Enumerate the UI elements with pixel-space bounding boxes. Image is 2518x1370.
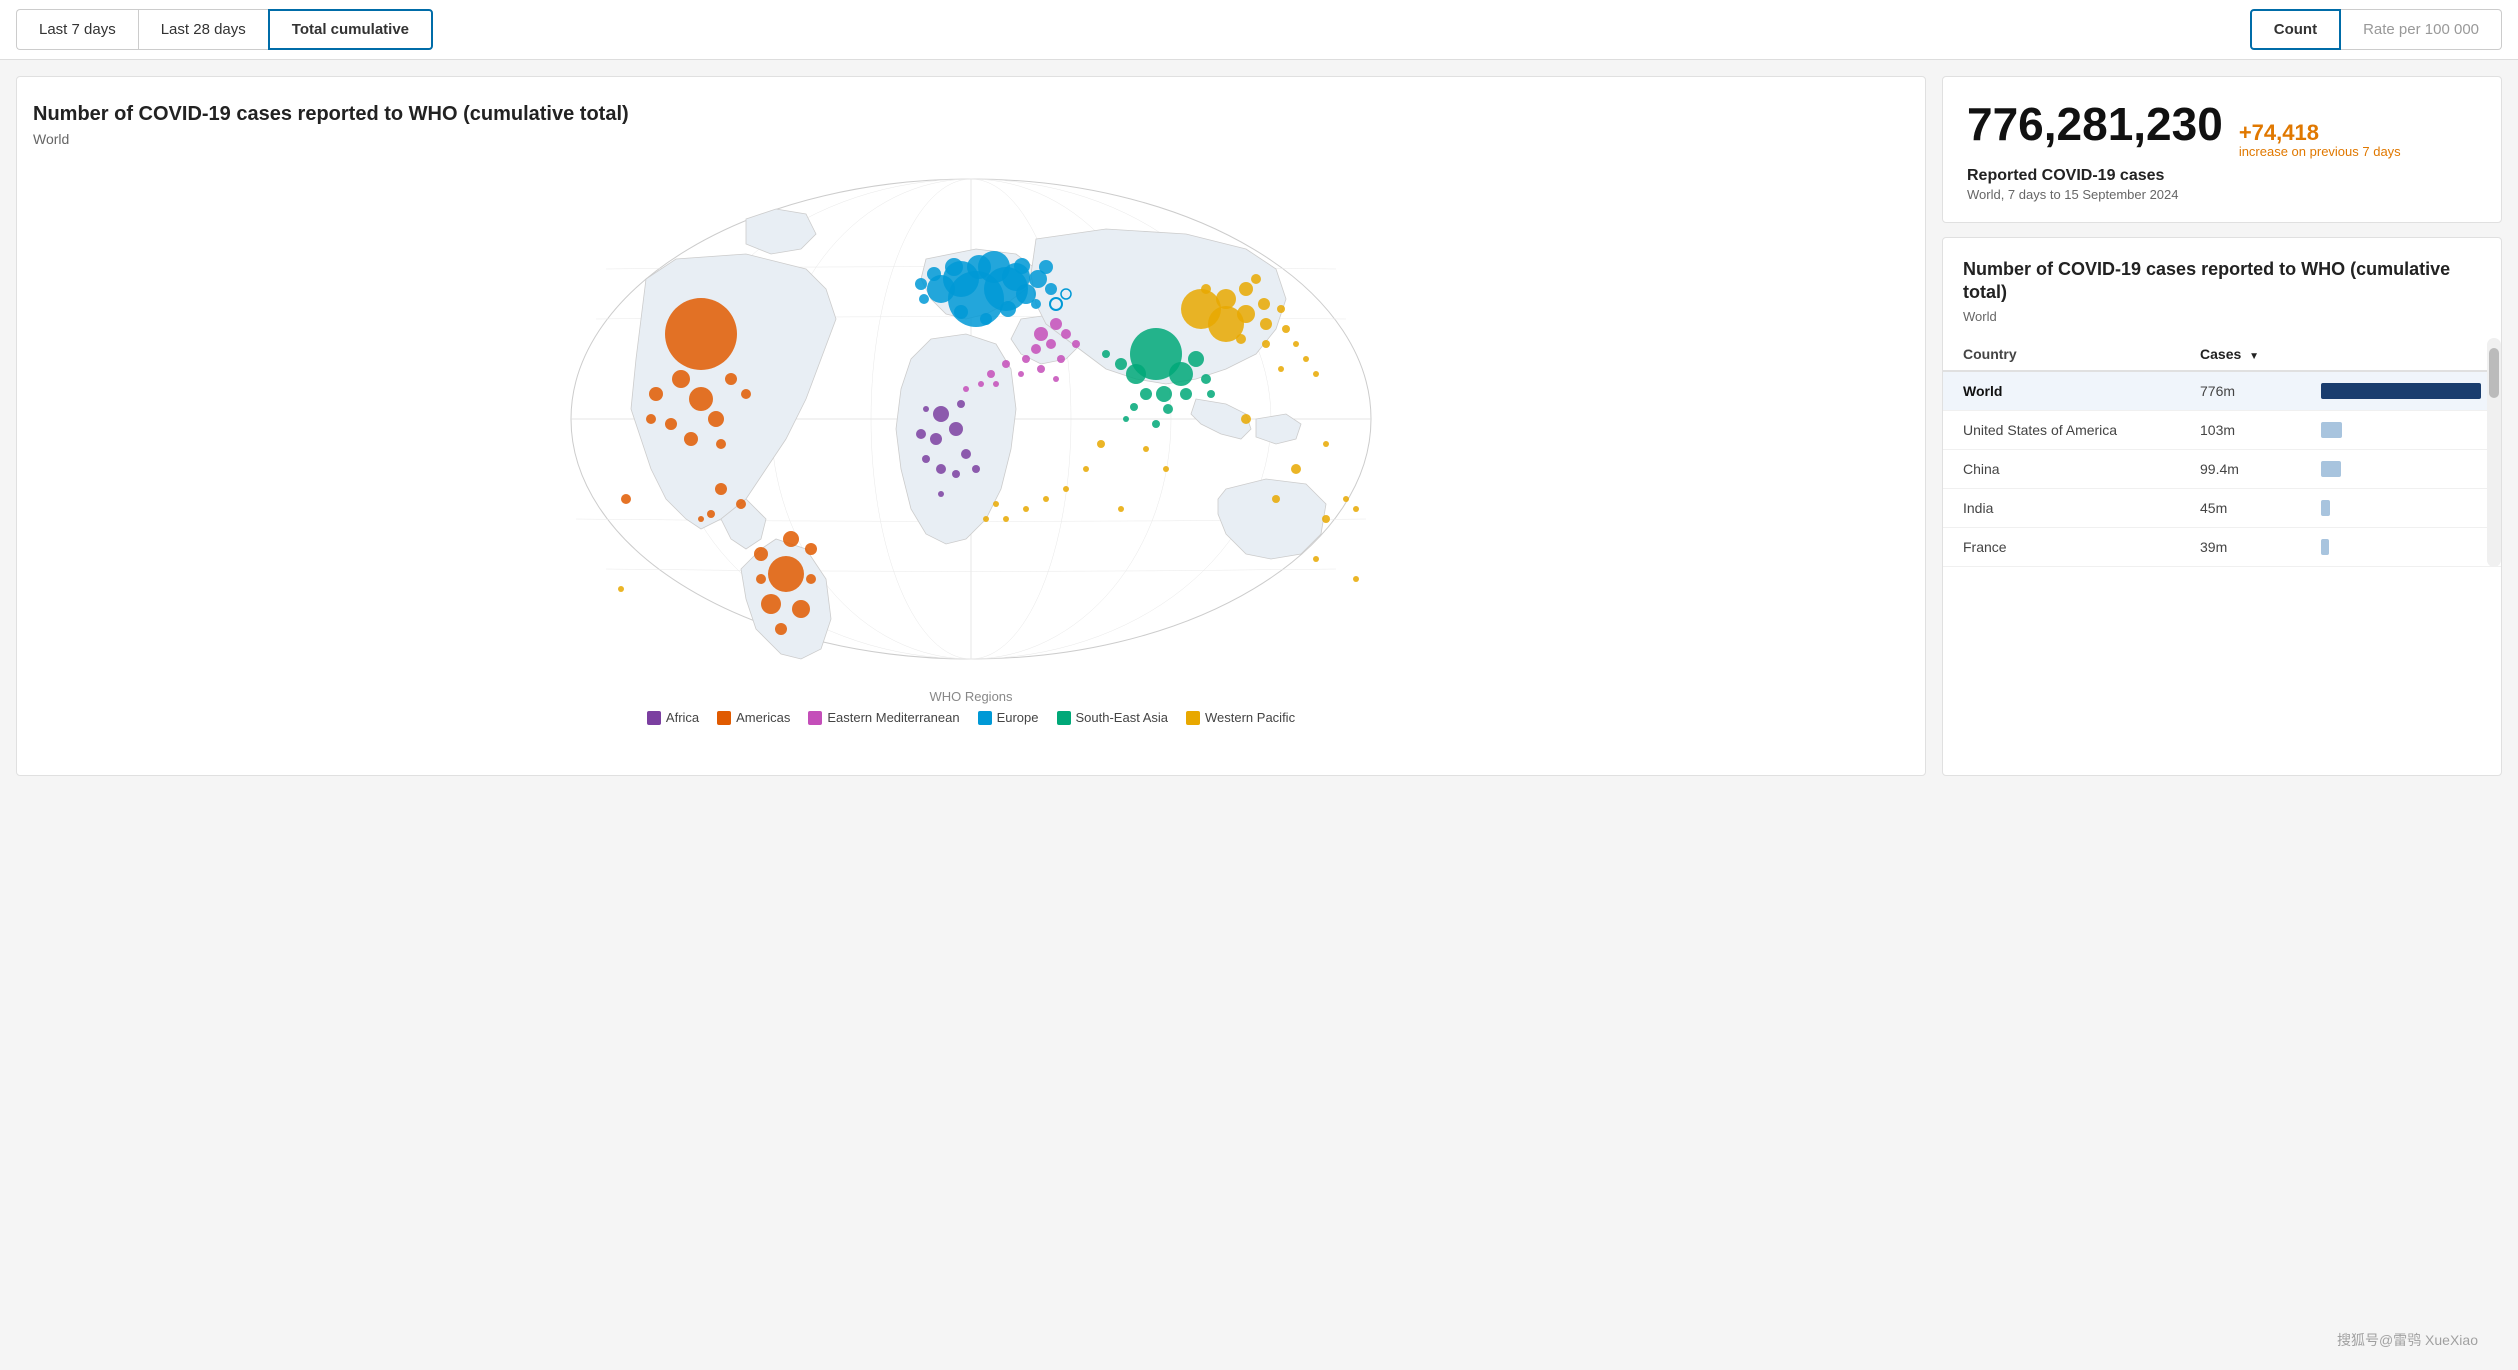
col-cases[interactable]: Cases ▼ (2180, 338, 2301, 371)
cell-bar (2301, 527, 2501, 566)
table-row[interactable]: World776m (1943, 371, 2501, 411)
world-map-svg (33, 159, 1909, 679)
cell-cases: 45m (2180, 488, 2301, 527)
stats-label: Reported COVID-19 cases (1967, 167, 2477, 185)
stats-number: 776,281,230 (1967, 101, 2223, 147)
legend-sea: South-East Asia (1057, 710, 1169, 725)
cell-country: India (1943, 488, 2180, 527)
sea-color (1057, 711, 1071, 725)
col-bar (2301, 338, 2501, 371)
western-pac-color (1186, 711, 1200, 725)
eastern-med-color (808, 711, 822, 725)
cell-cases: 39m (2180, 527, 2301, 566)
bar-fill (2321, 422, 2342, 438)
europe-color (978, 711, 992, 725)
legend-europe: Europe (978, 710, 1039, 725)
cell-cases: 776m (2180, 371, 2301, 411)
legend-items-list: Africa Americas Eastern Mediterranean Eu… (33, 710, 1909, 725)
table-row[interactable]: China99.4m (1943, 449, 2501, 488)
stats-delta: +74,418 (2239, 120, 2401, 146)
cell-country: United States of America (1943, 410, 2180, 449)
map-panel: Number of COVID-19 cases reported to WHO… (16, 76, 1926, 776)
bar-fill (2321, 500, 2330, 516)
tab-count[interactable]: Count (2250, 9, 2341, 50)
stats-card: 776,281,230 +74,418 increase on previous… (1942, 76, 2502, 223)
legend-americas: Americas (717, 710, 790, 725)
legend-sea-label: South-East Asia (1076, 710, 1169, 725)
legend-africa-label: Africa (666, 710, 699, 725)
legend-europe-label: Europe (997, 710, 1039, 725)
map-legend: WHO Regions Africa Americas Eastern Medi… (33, 689, 1909, 725)
map-container (33, 159, 1909, 679)
time-tab-group: Last 7 days Last 28 days Total cumulativ… (16, 9, 433, 50)
table-row[interactable]: United States of America103m (1943, 410, 2501, 449)
tab-rate[interactable]: Rate per 100 000 (2341, 9, 2502, 50)
africa-color (647, 711, 661, 725)
americas-color (717, 711, 731, 725)
metric-tab-group: Count Rate per 100 000 (2250, 9, 2502, 50)
right-panel: 776,281,230 +74,418 increase on previous… (1942, 76, 2502, 776)
table-wrapper: Country Cases ▼ World776mUnited States o… (1943, 338, 2501, 567)
stats-meta: World, 7 days to 15 September 2024 (1967, 187, 2477, 202)
header-bar: Last 7 days Last 28 days Total cumulativ… (0, 0, 2518, 60)
watermark: 搜狐号@雷鸮 XueXiao (2337, 1330, 2478, 1350)
cell-country: China (1943, 449, 2180, 488)
cell-bar (2301, 449, 2501, 488)
cell-bar (2301, 488, 2501, 527)
stats-delta-label: increase on previous 7 days (2239, 144, 2401, 159)
main-content: Number of COVID-19 cases reported to WHO… (0, 60, 2518, 792)
tab-last-28-days[interactable]: Last 28 days (138, 9, 268, 50)
sort-icon: ▼ (2249, 351, 2259, 362)
table-header-row: Country Cases ▼ (1943, 338, 2501, 371)
map-subtitle: World (33, 131, 1909, 147)
scrollbar-track[interactable] (2487, 338, 2501, 567)
legend-africa: Africa (647, 710, 699, 725)
table-card: Number of COVID-19 cases reported to WHO… (1942, 237, 2502, 776)
legend-eastern-med: Eastern Mediterranean (808, 710, 959, 725)
table-body: World776mUnited States of America103mChi… (1943, 371, 2501, 567)
cell-country: World (1943, 371, 2180, 411)
legend-western-pac: Western Pacific (1186, 710, 1295, 725)
cell-cases: 99.4m (2180, 449, 2301, 488)
col-country[interactable]: Country (1943, 338, 2180, 371)
tab-total-cumulative[interactable]: Total cumulative (268, 9, 433, 50)
legend-title: WHO Regions (33, 689, 1909, 704)
cases-table: Country Cases ▼ World776mUnited States o… (1943, 338, 2501, 567)
map-title: Number of COVID-19 cases reported to WHO… (33, 101, 1909, 127)
legend-western-pac-label: Western Pacific (1205, 710, 1295, 725)
bar-fill (2321, 461, 2341, 477)
table-row[interactable]: France39m (1943, 527, 2501, 566)
legend-americas-label: Americas (736, 710, 790, 725)
bar-fill (2321, 383, 2481, 399)
scrollbar-thumb[interactable] (2489, 348, 2499, 398)
table-card-sub: World (1943, 309, 2501, 338)
cell-bar (2301, 371, 2501, 411)
legend-eastern-med-label: Eastern Mediterranean (827, 710, 959, 725)
cell-country: France (1943, 527, 2180, 566)
tab-last-7-days[interactable]: Last 7 days (16, 9, 138, 50)
cell-cases: 103m (2180, 410, 2301, 449)
bar-fill (2321, 539, 2329, 555)
stats-main-row: 776,281,230 +74,418 increase on previous… (1967, 101, 2477, 159)
table-row[interactable]: India45m (1943, 488, 2501, 527)
cell-bar (2301, 410, 2501, 449)
table-card-title: Number of COVID-19 cases reported to WHO… (1943, 258, 2501, 309)
